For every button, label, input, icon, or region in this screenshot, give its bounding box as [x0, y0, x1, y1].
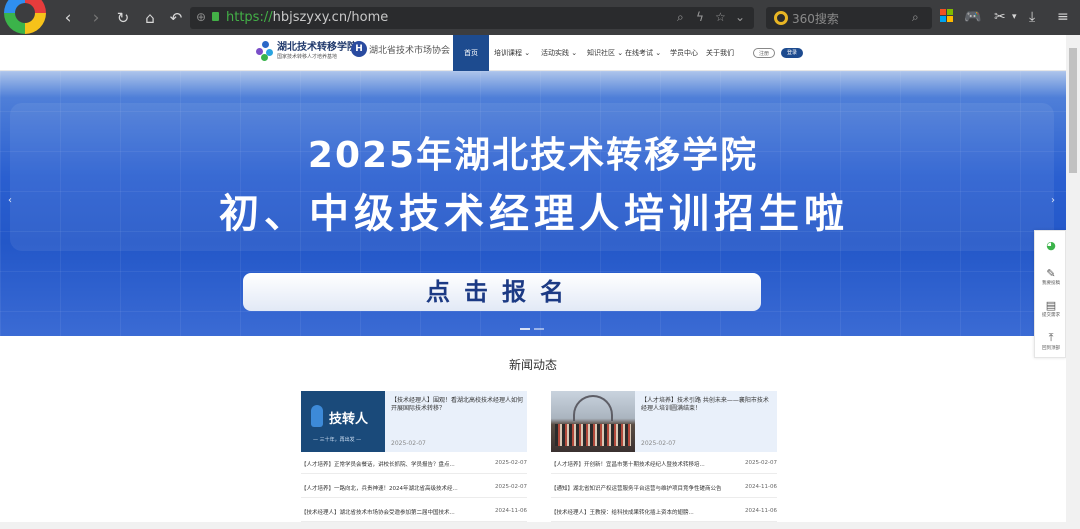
news-card-date: 2025-02-07 [641, 440, 676, 447]
carousel-dot[interactable] [520, 328, 530, 330]
news-item-date: 2024-11-06 [495, 508, 527, 514]
news-list-item[interactable]: 【人才培养】正常学员会餐话，讲校长抓院、学员报告？盘点... 2025-02-0… [301, 454, 527, 474]
news-item-title[interactable]: 【人才培养】一路向北，兵贵神速！2024年湖北省高级技术经... [301, 484, 471, 492]
speed-icon[interactable]: ϟ [696, 10, 704, 24]
news-list-item[interactable]: 【通知】湖北省知识产权运营服务平台运营与维护项目竞争性磋商公告！ 2024-11… [551, 478, 777, 498]
menu-icon[interactable]: ≡ [1057, 9, 1069, 25]
nav-about[interactable]: 关于我们 [706, 48, 734, 58]
forward-icon[interactable]: › [86, 8, 106, 28]
arrow-up-icon: ⤒ [1048, 331, 1054, 344]
favorite-star-icon[interactable]: ☆ [715, 10, 726, 24]
news-list-item[interactable]: 【技术经理人】湖北省技术市场协会受邀参加第二届中国技术... 2024-11-0… [301, 502, 527, 522]
association-name: 湖北省技术市场协会 [369, 45, 451, 56]
apps-grid-icon[interactable] [940, 9, 953, 26]
search-icon[interactable]: ⌕ [912, 10, 919, 25]
carousel-next-icon[interactable]: › [1051, 195, 1055, 206]
browser-logo-icon[interactable] [4, 0, 46, 34]
news-thumbnail: 技转人 — 三十年，再出发 — [301, 391, 385, 452]
nav-home[interactable]: 首页 [453, 35, 489, 71]
group-photo-shape [555, 424, 631, 446]
news-card-date: 2025-02-07 [391, 440, 426, 447]
register-button[interactable]: 注册 [753, 48, 775, 58]
chevron-down-icon[interactable]: ⌄ [735, 10, 745, 24]
home-icon[interactable]: ⌂ [140, 8, 160, 28]
news-card-title[interactable]: 【人才培养】技术引路 共创未来——襄阳市技术经理人培训圆满结束！ [641, 397, 773, 413]
feedback-label: 我要投稿 [1042, 281, 1060, 286]
featured-news-card[interactable]: 【人才培养】技术引路 共创未来——襄阳市技术经理人培训圆满结束！ 2025-02… [551, 391, 777, 452]
news-thumbnail [551, 391, 635, 452]
chevron-down-icon[interactable]: ▾ [1012, 12, 1017, 22]
url-text[interactable]: https://hbjszyxy.cn/home [226, 10, 388, 25]
game-icon[interactable]: 🎮 [964, 9, 981, 25]
horizontal-scrollbar[interactable] [0, 522, 1066, 529]
banner-headline: 2025年湖北技术转移学院 [307, 135, 759, 176]
vertical-scrollbar-thumb[interactable] [1069, 48, 1077, 173]
nav-training[interactable]: 培训课程 ⌄ [494, 48, 530, 58]
news-list-item[interactable]: 【技术经理人】王教授：给科技成果转化插上资本的翅膀... 2024-11-06 [551, 502, 777, 522]
nav-member[interactable]: 学员中心 [670, 48, 698, 58]
association-logo[interactable]: H 湖北省技术市场协会 [351, 41, 450, 57]
news-item-title[interactable]: 【人才培养】开创新！宜昌市第十期技术经纪人暨技术转移培... [551, 460, 721, 468]
back-to-top-label: 回到顶部 [1042, 346, 1060, 351]
news-item-date: 2024-11-06 [745, 508, 777, 514]
news-item-title[interactable]: 【人才培养】正常学员会餐话，讲校长抓院、学员报告？盘点... [301, 460, 471, 468]
nav-activities[interactable]: 活动实践 ⌄ [541, 48, 577, 58]
news-item-date: 2025-02-07 [745, 460, 777, 466]
association-icon: H [351, 41, 367, 57]
scissors-icon[interactable]: ✂ [994, 9, 1006, 25]
site-header: 湖北技术转移学院 国家技术转移人才培养基地 H 湖北省技术市场协会 首页 培训课… [0, 35, 1066, 71]
featured-news-card[interactable]: 技转人 — 三十年，再出发 — 【技术经理人】围观！看湖北高校技术经理人如何开展… [301, 391, 527, 452]
news-item-title[interactable]: 【技术经理人】湖北省技术市场协会受邀参加第二届中国技术... [301, 508, 471, 516]
thumbnail-logo-text: 技转人 [329, 412, 369, 427]
brand-title: 湖北技术转移学院 [277, 41, 357, 53]
brand-subtitle: 国家技术转移人才培养基地 [277, 53, 338, 60]
thumbnail-tagline: — 三十年，再出发 — [313, 437, 362, 443]
news-list-item[interactable]: 【人才培养】开创新！宜昌市第十期技术经纪人暨技术转移培... 2025-02-0… [551, 454, 777, 474]
submit-demand-label: 提交需求 [1042, 313, 1060, 318]
login-button[interactable]: 登录 [781, 48, 803, 58]
nav-community[interactable]: 知识社区 ⌄ [587, 48, 623, 58]
search-box[interactable]: 360搜索 ⌕ [766, 7, 932, 29]
carousel-dot[interactable] [534, 328, 544, 330]
arch-shape [573, 395, 613, 421]
undo-icon[interactable]: ↶ [166, 8, 186, 28]
site-info-icon[interactable]: ⊕ [196, 10, 206, 24]
news-item-date: 2024-11-06 [745, 484, 777, 490]
hero-banner[interactable]: 2025年湖北技术转移学院 初、中级技术经理人培训招生啦 点击报名 ‹ › [0, 71, 1066, 336]
document-icon: ▤ [1045, 299, 1057, 312]
zoom-icon[interactable]: ⌕ [677, 10, 684, 25]
signup-cta-button[interactable]: 点击报名 [243, 273, 761, 311]
news-section-title: 新闻动态 [508, 358, 557, 372]
news-item-title[interactable]: 【技术经理人】王教授：给科技成果转化插上资本的翅膀... [551, 508, 721, 516]
browser-toolbar: ‹ › ↻ ⌂ ↶ ⊕ https://hbjszyxy.cn/home ⌕ ϟ… [0, 0, 1080, 35]
submit-demand-button[interactable]: ▤ 提交需求 [1035, 299, 1067, 318]
search-input[interactable]: 360搜索 [792, 10, 839, 27]
news-list-item[interactable]: 【人才培养】一路向北，兵贵神速！2024年湖北省高级技术经... 2025-02… [301, 478, 527, 498]
carousel-prev-icon[interactable]: ‹ [8, 195, 12, 206]
feedback-button[interactable]: ✎ 我要投稿 [1035, 267, 1067, 286]
wechat-icon: ◕ [1046, 239, 1056, 252]
wechat-button[interactable]: ◕ [1035, 239, 1067, 252]
back-icon[interactable]: ‹ [58, 8, 78, 28]
banner-subheadline: 初、中级技术经理人培训招生啦 [219, 191, 849, 237]
floating-sidebar: ◕ ✎ 我要投稿 ▤ 提交需求 ⤒ 回到顶部 [1034, 230, 1066, 358]
brand-logo[interactable]: 湖北技术转移学院 国家技术转移人才培养基地 [256, 41, 357, 61]
lock-icon [212, 12, 219, 21]
reload-icon[interactable]: ↻ [113, 8, 133, 28]
download-icon[interactable]: ⤓ [1029, 9, 1035, 25]
search-engine-icon [774, 11, 788, 25]
news-card-title[interactable]: 【技术经理人】围观！看湖北高校技术经理人如何开展国际技术转移？ [391, 397, 523, 413]
news-item-date: 2025-02-07 [495, 460, 527, 466]
news-item-title[interactable]: 【通知】湖北省知识产权运营服务平台运营与维护项目竞争性磋商公告！ [551, 484, 721, 492]
nav-exam[interactable]: 在线考试 ⌄ [625, 48, 661, 58]
pen-icon: ✎ [1046, 267, 1056, 280]
back-to-top-button[interactable]: ⤒ 回到顶部 [1035, 331, 1067, 351]
mascot-icon [311, 405, 323, 427]
brand-icon [256, 41, 274, 61]
news-item-date: 2025-02-07 [495, 484, 527, 490]
address-bar[interactable]: ⊕ https://hbjszyxy.cn/home ⌕ ϟ ☆ ⌄ [190, 7, 754, 29]
